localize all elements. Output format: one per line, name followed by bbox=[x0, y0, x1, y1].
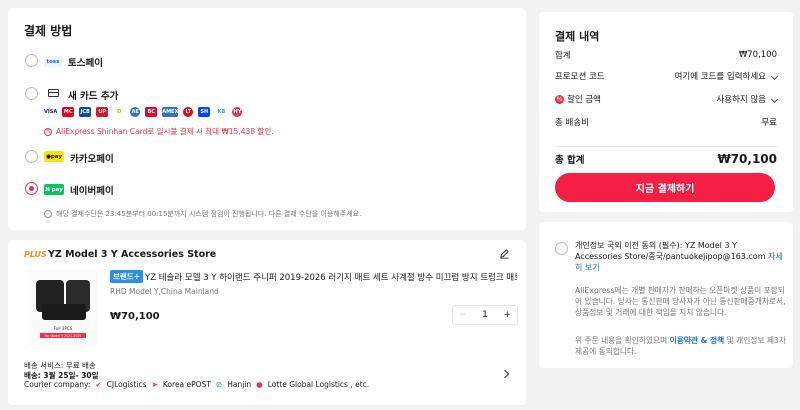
quantity-value[interactable]: 1 bbox=[482, 310, 488, 320]
shinhan-card-icon: SH bbox=[198, 107, 211, 117]
courier-cj: CJLogistics bbox=[106, 380, 147, 389]
notice-text: 해당 결제수단은 23:45분부터 00:15분까지 시스템 점검이 진행됩니다… bbox=[56, 210, 362, 218]
hyundai-card-icon: HY bbox=[232, 107, 243, 117]
subtotal-value: ₩70,100 bbox=[738, 50, 777, 60]
radio-new-card[interactable] bbox=[25, 87, 38, 100]
credit-card-icon bbox=[48, 89, 59, 97]
card-promo-text: AliExpress Shinhan Card로 일시불 결제 시 최대 ₩15… bbox=[56, 127, 274, 136]
visa-icon: VISA bbox=[44, 109, 58, 115]
marketplace-disclaimer: AliExpress에는 개별 판매자가 판매하는 오픈마켓 상품이 포함되어 … bbox=[575, 286, 786, 317]
bc-card-icon: BC bbox=[145, 107, 158, 117]
toss-logo-icon: toss bbox=[44, 56, 62, 67]
product-image[interactable]: Full 3PCS For Model Y 2021-2025 bbox=[28, 270, 98, 345]
option-label-kakaopay[interactable]: 카카오페이 bbox=[70, 151, 114, 165]
radio-kakaopay[interactable] bbox=[25, 150, 38, 163]
quantity-decrease-button[interactable]: − bbox=[459, 310, 467, 320]
mastercard-icon: MC bbox=[62, 107, 75, 117]
terms-link[interactable]: 이용약관 & 정책 bbox=[670, 336, 725, 345]
kb-card-icon: KB bbox=[217, 109, 226, 115]
chevron-down-icon bbox=[770, 95, 779, 104]
card-brand-logos: VISA MC JCB UP D AE BC AMEX LT SH KB HY bbox=[44, 107, 243, 117]
promo-code-input[interactable]: 여기에 코드를 입력하세요 bbox=[675, 70, 779, 82]
card-promo-message: % AliExpress Shinhan Card로 일시불 결제 시 최대 ₩… bbox=[44, 126, 274, 137]
edit-icon[interactable] bbox=[499, 248, 510, 259]
total-row: 총 합계 ₩70,100 bbox=[555, 152, 777, 166]
epost-logo-icon: ➤ bbox=[151, 380, 158, 389]
trunk-mat-image: Full 3PCS For Model Y 2021-2025 bbox=[36, 280, 90, 338]
courier-list: Courier company: ✔ CJLogistics ➤ Korea e… bbox=[24, 380, 369, 389]
kakaopay-logo-icon: ●pay bbox=[44, 151, 64, 162]
option-label-naverpay[interactable]: 네이버페이 bbox=[70, 183, 114, 197]
amex-round-icon: AE bbox=[130, 107, 141, 117]
lotte-logo-icon: ● bbox=[256, 380, 263, 389]
shipping-fee-label: 총 배송비 bbox=[555, 118, 589, 128]
option-label-new-card[interactable]: 새 카드 추가 bbox=[68, 88, 118, 102]
naverpay-maintenance-notice: i 해당 결제수단은 23:45분부터 00:15분까지 시스템 점검이 진행됩… bbox=[44, 209, 361, 219]
courier-hanjin: Hanjin bbox=[227, 380, 252, 389]
pay-now-button[interactable]: 지금 결제하기 bbox=[555, 173, 775, 202]
total-value: ₩70,100 bbox=[717, 152, 777, 166]
coupon-icon: % bbox=[555, 95, 564, 104]
shipping-fee-row: 총 배송비 무료 bbox=[555, 116, 777, 128]
cj-logo-icon: ✔ bbox=[95, 380, 102, 389]
terms-agreement: 위 주문 내용을 확인하였으며 이용약관 & 정책 및 개인정보 제3자 제공에… bbox=[575, 335, 787, 357]
radio-toss[interactable] bbox=[25, 54, 38, 67]
courier-lotte: Lotte Global Logistics , etc. bbox=[267, 380, 370, 389]
payment-methods-title: 결제 방법 bbox=[24, 24, 73, 38]
discount-circle-icon: % bbox=[44, 127, 52, 136]
total-label: 총 합계 bbox=[555, 155, 585, 166]
jcb-icon: JCB bbox=[79, 107, 92, 117]
discount-label: 할인 금액 bbox=[567, 95, 601, 105]
unionpay-icon: UP bbox=[96, 107, 109, 117]
consent-text: 개인정보 국외 이전 동의 (필수): YZ Model 3 Y Accesso… bbox=[575, 240, 785, 273]
consent-panel: 개인정보 국외 이전 동의 (필수): YZ Model 3 Y Accesso… bbox=[539, 222, 793, 368]
order-summary-panel: 결제 내역 합계 ₩70,100 프로모션 코드 여기에 코드를 입력하세요 %… bbox=[539, 12, 793, 212]
image-caption: Full 3PCS bbox=[54, 326, 73, 331]
radio-naverpay[interactable] bbox=[25, 182, 38, 195]
consent-checkbox[interactable] bbox=[555, 242, 568, 255]
plus-badge: PLUS bbox=[24, 250, 47, 259]
promo-code-label: 프로모션 코드 bbox=[555, 72, 605, 82]
payment-methods-panel: 결제 방법 toss 토스페이 새 카드 추가 VISA MC JCB UP D… bbox=[8, 8, 526, 230]
brand-plus-badge: 브랜드+ bbox=[110, 270, 143, 283]
image-subcaption: For Model Y 2021-2025 bbox=[45, 334, 82, 338]
shipping-fee-value: 무료 bbox=[761, 118, 777, 128]
product-variant: RHD Model Y,China Mainland bbox=[110, 287, 219, 296]
quantity-stepper[interactable]: − 1 + bbox=[452, 305, 518, 325]
discount-select[interactable]: 사용하지 않음 bbox=[716, 93, 779, 105]
discover-icon: D bbox=[117, 109, 122, 115]
chevron-down-icon bbox=[770, 72, 779, 81]
quantity-increase-button[interactable]: + bbox=[503, 310, 511, 320]
consent-title: 개인정보 국외 이전 동의 (필수): YZ Model 3 Y Accesso… bbox=[575, 241, 766, 261]
product-title[interactable]: YZ 테슬라 모델 3 Y 하이랜드 주니퍼 2019-2026 러기지 매트 … bbox=[145, 271, 517, 283]
summary-title: 결제 내역 bbox=[555, 30, 600, 43]
store-item-panel: PLUS YZ Model 3 Y Accessories Store Full… bbox=[8, 240, 526, 405]
chevron-right-icon[interactable] bbox=[500, 369, 510, 379]
agree-text-pre: 위 주문 내용을 확인하였으며 bbox=[575, 336, 670, 345]
store-name[interactable]: YZ Model 3 Y Accessories Store bbox=[48, 249, 216, 260]
discount-row[interactable]: % 할인 금액 사용하지 않음 bbox=[555, 93, 779, 105]
subtotal-row: 합계 ₩70,100 bbox=[555, 49, 777, 61]
courier-label: Courier company: bbox=[24, 380, 91, 389]
divider bbox=[555, 146, 777, 147]
info-icon: i bbox=[44, 210, 52, 218]
lotte-card-icon: LT bbox=[183, 107, 194, 117]
courier-epost: Korea ePOST bbox=[162, 380, 211, 389]
product-price: ₩70,100 bbox=[110, 311, 160, 322]
promo-code-row[interactable]: 프로모션 코드 여기에 코드를 입력하세요 bbox=[555, 70, 779, 82]
naverpay-logo-icon: N pay bbox=[44, 184, 64, 195]
option-label-toss[interactable]: 토스페이 bbox=[68, 55, 103, 69]
hanjin-logo-icon: ⊘ bbox=[215, 380, 223, 389]
amex-icon: AMEX bbox=[162, 107, 179, 117]
subtotal-label: 합계 bbox=[555, 51, 571, 61]
